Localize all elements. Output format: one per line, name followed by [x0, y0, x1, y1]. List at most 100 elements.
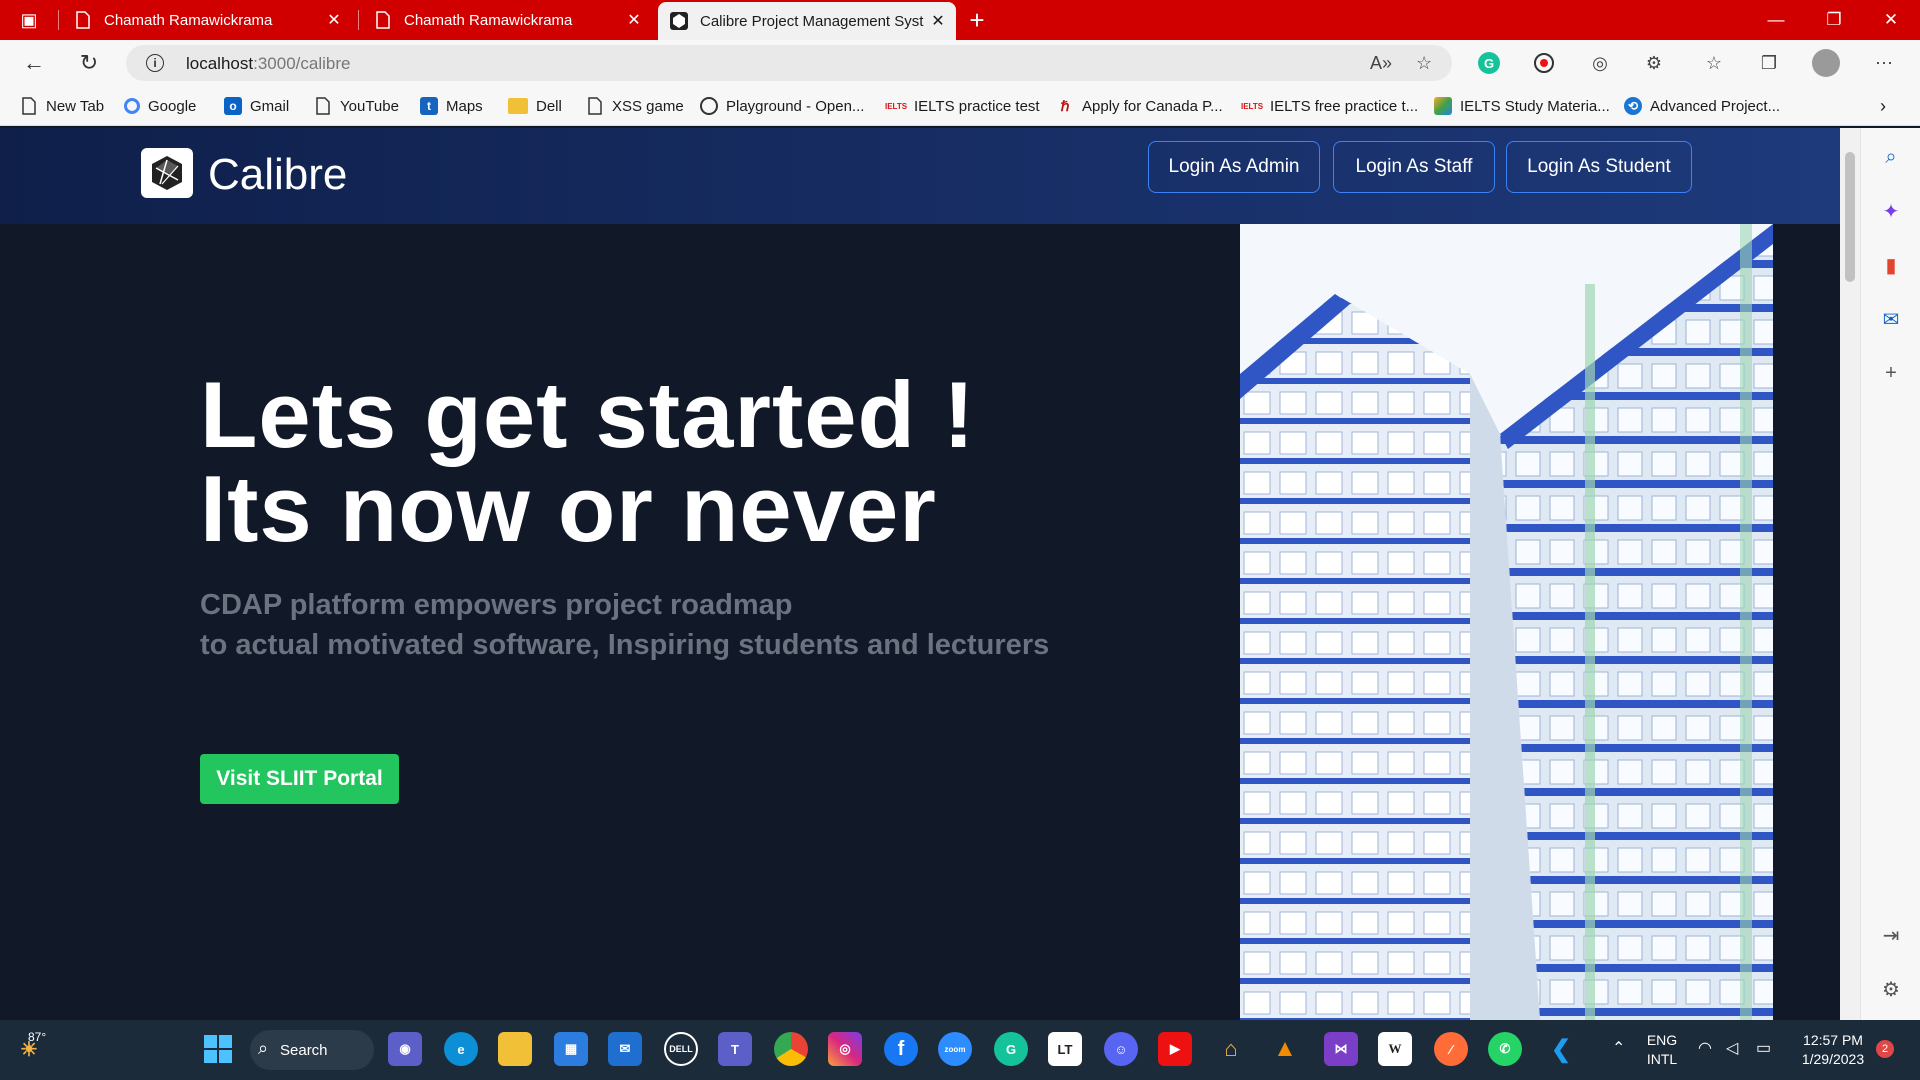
close-tab-icon[interactable]: ✕	[624, 10, 644, 30]
bookmark-ielts-practice[interactable]: IELTS IELTS practice test	[885, 96, 1040, 116]
volume-icon[interactable]: ◁	[1726, 1038, 1738, 1058]
login-admin-button[interactable]: Login As Admin	[1148, 141, 1320, 193]
more-menu-icon[interactable]: ⋯	[1870, 49, 1898, 77]
instagram-icon[interactable]: ◎	[828, 1032, 862, 1066]
clock[interactable]: 12:57 PM 1/29/2023	[1796, 1031, 1870, 1069]
vlc-icon[interactable]: ▲	[1268, 1032, 1302, 1066]
close-window-button[interactable]: ✕	[1862, 0, 1920, 40]
start-windows-icon[interactable]	[201, 1032, 235, 1066]
bookmark-ielts-study[interactable]: IELTS Study Materia...	[1434, 96, 1610, 116]
hero-title-line-2: Its now or never	[200, 456, 937, 561]
add-icon[interactable]: +	[1878, 360, 1904, 386]
tab-actions-icon[interactable]: ▣	[12, 3, 46, 37]
hide-sidebar-icon[interactable]: ⇥	[1878, 922, 1904, 948]
refresh-icon[interactable]: ↻	[72, 46, 106, 80]
visit-sliit-portal-button[interactable]: Visit SLIIT Portal	[200, 754, 399, 804]
minimize-button[interactable]: —	[1747, 0, 1805, 40]
close-tab-icon[interactable]: ✕	[324, 10, 344, 30]
language-indicator[interactable]: ENG INTL	[1640, 1031, 1684, 1069]
address-bar[interactable]: i localhost:3000/calibre A» ☆	[126, 45, 1452, 81]
bookmark-xss-game[interactable]: XSS game	[586, 96, 684, 116]
keyboard-layout: INTL	[1646, 1051, 1678, 1067]
favorites-icon[interactable]: ☆	[1700, 49, 1728, 77]
visual-studio-icon[interactable]: ⋈	[1324, 1032, 1358, 1066]
battery-icon[interactable]: ▭	[1756, 1038, 1771, 1058]
scrollbar-thumb[interactable]	[1845, 152, 1855, 282]
brand-name[interactable]: Calibre	[208, 150, 347, 200]
url-text[interactable]: localhost:3000/calibre	[186, 54, 350, 74]
hero-subtitle-line-2: to actual motivated software, Inspiring …	[200, 629, 1050, 661]
calibre-logo-icon[interactable]	[141, 148, 193, 198]
building-image	[1240, 224, 1773, 1020]
search-icon[interactable]: ⌕	[1878, 144, 1904, 170]
file-explorer-icon[interactable]	[498, 1032, 532, 1066]
site-info-icon[interactable]: i	[146, 54, 164, 72]
bookmark-canada[interactable]: ℏ Apply for Canada P...	[1056, 96, 1223, 116]
page-icon	[74, 11, 92, 29]
lt-icon[interactable]: LT	[1048, 1032, 1082, 1066]
tab-chamath-2[interactable]: Chamath Ramawickrama ✕	[370, 0, 652, 40]
bookmark-maps[interactable]: t Maps	[420, 96, 483, 116]
taskbar-search[interactable]: ⌕ Search	[250, 1030, 374, 1070]
postman-icon[interactable]: ⁄	[1434, 1032, 1468, 1066]
facebook-icon[interactable]: f	[884, 1032, 918, 1066]
back-icon[interactable]: ←	[17, 46, 51, 80]
bookmark-ielts-free[interactable]: IELTS IELTS free practice t...	[1241, 96, 1418, 116]
bookmark-label: Maps	[446, 97, 483, 115]
grammarly-icon[interactable]: G	[994, 1032, 1028, 1066]
extension-blocked-icon[interactable]: ◎	[1586, 49, 1614, 77]
profile-avatar[interactable]	[1812, 49, 1840, 77]
grammarly-icon[interactable]: G	[1475, 49, 1503, 77]
notification-badge[interactable]: 2	[1876, 1040, 1894, 1058]
settings-gear-icon[interactable]: ⚙	[1878, 976, 1904, 1002]
teams-icon[interactable]: T	[718, 1032, 752, 1066]
dell-icon[interactable]: DELL	[664, 1032, 698, 1066]
tab-chamath-1[interactable]: Chamath Ramawickrama ✕	[70, 0, 352, 40]
bookmark-google[interactable]: Google	[124, 96, 196, 116]
chrome-icon[interactable]	[774, 1032, 808, 1066]
bookmark-playground[interactable]: Playground - Open...	[700, 96, 864, 116]
wikipedia-icon[interactable]: W	[1378, 1032, 1412, 1066]
tab-title: Chamath Ramawickrama	[104, 11, 273, 29]
new-tab-button[interactable]: +	[960, 3, 994, 37]
office-icon[interactable]: ▮	[1878, 252, 1904, 278]
restore-button[interactable]: ❐	[1805, 0, 1863, 40]
collections-icon[interactable]: ❐	[1755, 49, 1783, 77]
record-icon[interactable]	[1530, 49, 1558, 77]
teams-chat-icon[interactable]: ◉	[388, 1032, 422, 1066]
whatsapp-icon[interactable]: ✆	[1488, 1032, 1522, 1066]
outlook-icon[interactable]: ✉	[1878, 306, 1904, 332]
discord-icon[interactable]: ☺	[1104, 1032, 1138, 1066]
bookmark-new-tab[interactable]: New Tab	[20, 96, 104, 116]
edge-browser-icon[interactable]: e	[444, 1032, 478, 1066]
tray-chevron-icon[interactable]: ⌃	[1612, 1038, 1625, 1058]
extensions-icon[interactable]: ⚙	[1640, 49, 1668, 77]
bookmark-dell[interactable]: Dell	[508, 96, 562, 116]
login-staff-button[interactable]: Login As Staff	[1333, 141, 1495, 193]
search-label: Search	[280, 1041, 328, 1059]
bookmark-youtube[interactable]: YouTube	[314, 96, 399, 116]
canada-icon: ℏ	[1060, 97, 1070, 114]
youtube-icon[interactable]: ▶	[1158, 1032, 1192, 1066]
mail-icon[interactable]: ✉	[608, 1032, 642, 1066]
add-favorite-icon[interactable]: ☆	[1416, 53, 1432, 74]
bookmark-advanced-project[interactable]: ⟲ Advanced Project...	[1624, 96, 1780, 116]
zoom-icon[interactable]: zoom	[938, 1032, 972, 1066]
close-tab-icon[interactable]: ✕	[928, 11, 948, 31]
bookmark-gmail[interactable]: o Gmail	[224, 96, 289, 116]
read-aloud-icon[interactable]: A»	[1370, 53, 1392, 74]
microsoft-store-icon[interactable]: ▦	[554, 1032, 588, 1066]
copilot-icon[interactable]: ✦	[1878, 198, 1904, 224]
wifi-icon[interactable]: ◠	[1698, 1038, 1712, 1058]
bookmarks-overflow-icon[interactable]: ›	[1880, 96, 1886, 116]
bookmark-label: Dell	[536, 97, 562, 115]
tab-calibre[interactable]: Calibre Project Management Syst ✕	[658, 2, 956, 40]
browser-toolbar: ← ↻ i localhost:3000/calibre A» ☆ G ◎ ⚙ …	[0, 40, 1920, 86]
page-scrollbar[interactable]	[1840, 128, 1860, 1020]
vpn-lock-icon[interactable]: ⌂	[1214, 1032, 1248, 1066]
vscode-icon[interactable]: ❮	[1544, 1032, 1578, 1066]
openai-icon	[700, 97, 718, 115]
login-student-button[interactable]: Login As Student	[1506, 141, 1692, 193]
project-icon: ⟲	[1624, 97, 1642, 115]
language-code: ENG	[1646, 1032, 1678, 1048]
